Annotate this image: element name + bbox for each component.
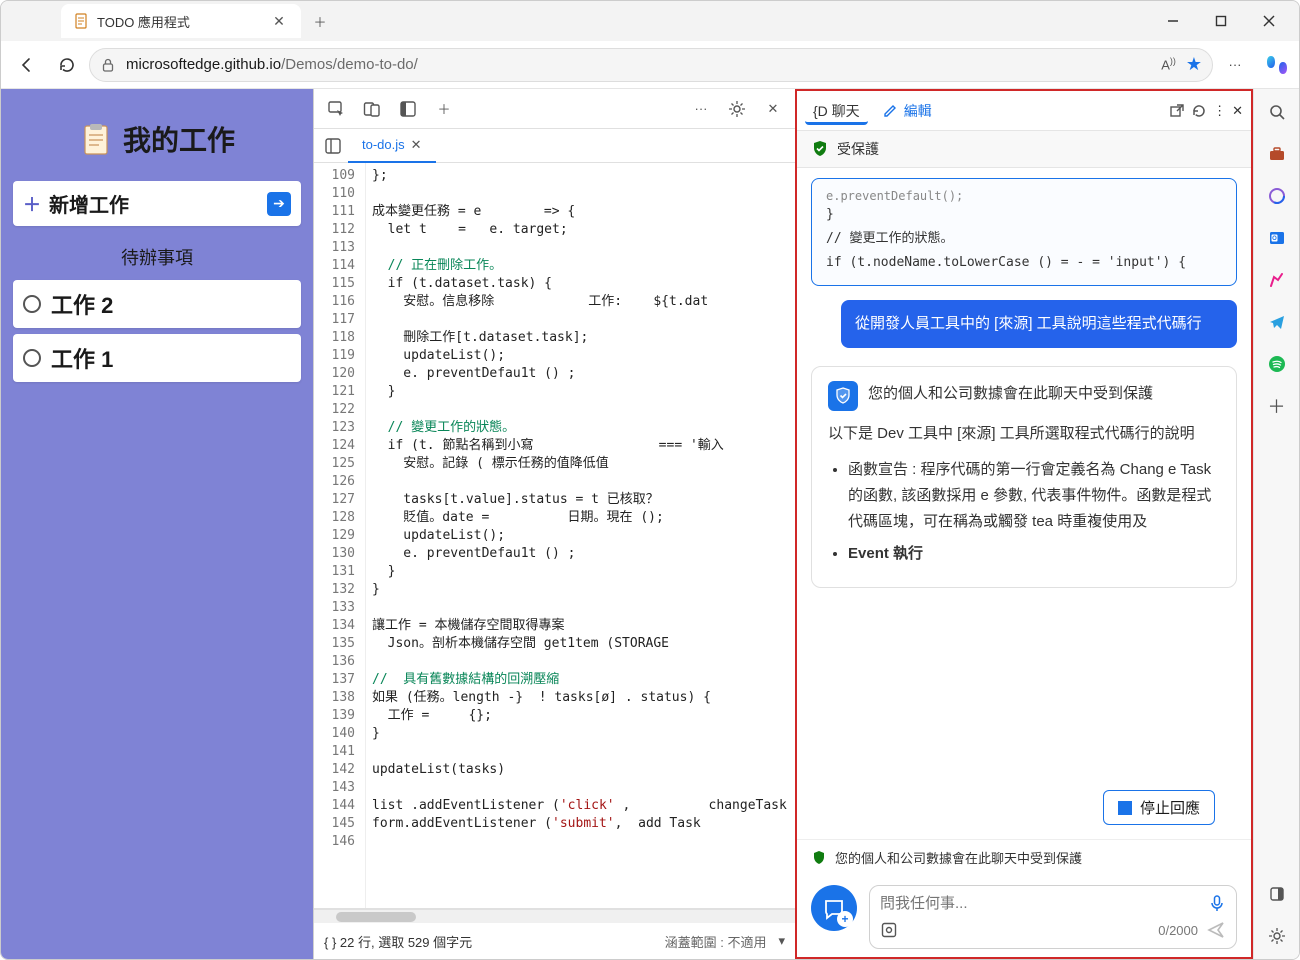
selection-status: { } 22 行, 選取 529 個字元 xyxy=(324,932,472,951)
more-button[interactable]: ··· xyxy=(1217,47,1253,83)
add-panel-button[interactable]: ＋ xyxy=(430,95,458,123)
task-item[interactable]: 工作 2 xyxy=(13,280,301,328)
radio-icon[interactable] xyxy=(23,349,41,367)
close-tab-button[interactable]: ✕ xyxy=(269,11,289,31)
copilot-icon[interactable] xyxy=(1263,51,1291,79)
refresh-copilot-icon[interactable] xyxy=(1191,103,1207,119)
chat-input-field[interactable] xyxy=(880,895,1200,912)
file-tab[interactable]: to-do.js ✕ xyxy=(348,129,436,163)
new-topic-button[interactable]: + xyxy=(811,885,857,931)
close-file-button[interactable]: ✕ xyxy=(411,137,422,153)
designer-icon[interactable] xyxy=(1262,265,1292,295)
image-input-icon[interactable] xyxy=(880,921,898,939)
user-message: 從開發人員工具中的 [來源] 工具說明這些程式代碼行 xyxy=(841,300,1237,348)
minimize-button[interactable] xyxy=(1151,5,1195,37)
line-gutter: 109 110 111 112 113 114 115 116 117 118 … xyxy=(314,163,366,908)
status-menu-icon[interactable]: ▾ xyxy=(778,933,785,949)
edit-icon xyxy=(882,103,898,119)
shield-icon xyxy=(811,850,827,866)
copilot-edit-tab[interactable]: 編輯 xyxy=(874,97,940,125)
clipboard-icon xyxy=(79,122,113,156)
svg-text:O: O xyxy=(1272,236,1277,242)
open-external-icon[interactable] xyxy=(1169,103,1185,119)
spotify-icon[interactable] xyxy=(1262,349,1292,379)
horizontal-scrollbar[interactable] xyxy=(314,909,795,923)
favorite-icon[interactable]: ★ xyxy=(1186,54,1202,75)
plus-icon: ＋ xyxy=(23,191,41,217)
code-context-card: e.preventDefault(); } // 變更工作的狀態。 if (t.… xyxy=(811,178,1237,286)
outlook-icon[interactable]: O xyxy=(1262,223,1292,253)
shield-icon xyxy=(811,140,829,158)
send-icon[interactable] xyxy=(1206,920,1226,940)
url-text: microsoftedge.github.io/Demos/demo-to-do… xyxy=(126,56,1151,73)
sidebar-toggle-icon[interactable] xyxy=(1262,879,1292,909)
devtools-close-button[interactable]: ✕ xyxy=(759,95,787,123)
new-tab-button[interactable]: ＋ xyxy=(305,6,335,36)
read-aloud-icon[interactable]: A)) xyxy=(1161,56,1176,72)
mic-icon[interactable] xyxy=(1208,894,1226,912)
file-tab-label: to-do.js xyxy=(362,137,405,152)
stop-response-button[interactable]: 停止回應 xyxy=(1103,790,1215,825)
devtools-pane: ＋ ··· ✕ to-do.js ✕ 109 110 111 112 113 1… xyxy=(313,89,795,959)
telegram-icon[interactable] xyxy=(1262,307,1292,337)
code-editor[interactable]: }; 成本變更任務 = e => { let t = e. target; //… xyxy=(366,163,795,908)
submit-arrow-button[interactable]: ➔ xyxy=(267,192,291,216)
stop-icon xyxy=(1118,801,1132,815)
dock-icon[interactable] xyxy=(394,95,422,123)
task-label: 工作 1 xyxy=(51,342,113,374)
devtools-settings-icon[interactable] xyxy=(723,95,751,123)
refresh-button[interactable] xyxy=(49,47,85,83)
briefcase-icon[interactable] xyxy=(1262,139,1292,169)
tab-title: TODO 應用程式 xyxy=(97,12,261,31)
copilot-more-icon[interactable]: ⋮ xyxy=(1213,103,1226,119)
demo-app-pane: 我的工作 ＋ 新增工作 ➔ 待辦事項 工作 2 工作 1 xyxy=(1,89,313,959)
favicon-icon xyxy=(73,13,89,29)
char-counter: 0/2000 xyxy=(1158,923,1198,938)
back-button[interactable] xyxy=(9,47,45,83)
edge-sidebar: O ＋ xyxy=(1253,89,1299,959)
search-icon[interactable] xyxy=(1262,97,1292,127)
ai-response: 您的個人和公司數據會在此聊天中受到保護 以下是 Dev 工具中 [來源] 工具所… xyxy=(811,366,1237,588)
m365-icon[interactable] xyxy=(1262,181,1292,211)
add-task-label: 新增工作 xyxy=(49,189,259,218)
add-task-input[interactable]: ＋ 新增工作 ➔ xyxy=(13,181,301,226)
task-item[interactable]: 工作 1 xyxy=(13,334,301,382)
task-label: 工作 2 xyxy=(51,288,113,320)
radio-icon[interactable] xyxy=(23,295,41,313)
ai-intro: 以下是 Dev 工具中 [來源] 工具所選取程式代碼行的說明 xyxy=(828,421,1220,447)
protected-label: 受保護 xyxy=(837,139,879,159)
ai-bullet: 函數宣告 : 程序代碼的第一行會定義名為 Chang e Task 的函數, 該… xyxy=(848,457,1220,535)
chat-input[interactable]: 0/2000 xyxy=(869,885,1237,949)
device-icon[interactable] xyxy=(358,95,386,123)
app-title: 我的工作 xyxy=(123,119,235,159)
coverage-status: 涵蓋範圍 : 不適用 xyxy=(665,932,767,951)
inspect-icon[interactable] xyxy=(322,95,350,123)
copilot-chat-tab[interactable]: {D 聊天 xyxy=(805,97,868,125)
protect-footer-note: 您的個人和公司數據會在此聊天中受到保護 xyxy=(835,848,1082,867)
pending-heading: 待辦事項 xyxy=(13,226,301,280)
devtools-more-button[interactable]: ··· xyxy=(687,95,715,123)
copilot-panel: {D 聊天 編輯 ⋮ ✕ 受保護 e.preventDefault(); } xyxy=(795,89,1253,959)
browser-tab[interactable]: TODO 應用程式 ✕ xyxy=(61,4,301,38)
maximize-button[interactable] xyxy=(1199,5,1243,37)
navigator-toggle-icon[interactable] xyxy=(318,131,348,161)
copilot-close-button[interactable]: ✕ xyxy=(1232,103,1243,119)
lock-icon xyxy=(100,57,116,73)
ai-bullet: Event 執行 xyxy=(848,541,1220,567)
shield-badge-icon xyxy=(828,381,858,411)
settings-icon[interactable] xyxy=(1262,921,1292,951)
address-bar[interactable]: microsoftedge.github.io/Demos/demo-to-do… xyxy=(89,48,1213,82)
sidebar-add-button[interactable]: ＋ xyxy=(1262,391,1292,421)
ai-privacy-note: 您的個人和公司數據會在此聊天中受到保護 xyxy=(868,381,1153,407)
close-window-button[interactable] xyxy=(1247,5,1291,37)
